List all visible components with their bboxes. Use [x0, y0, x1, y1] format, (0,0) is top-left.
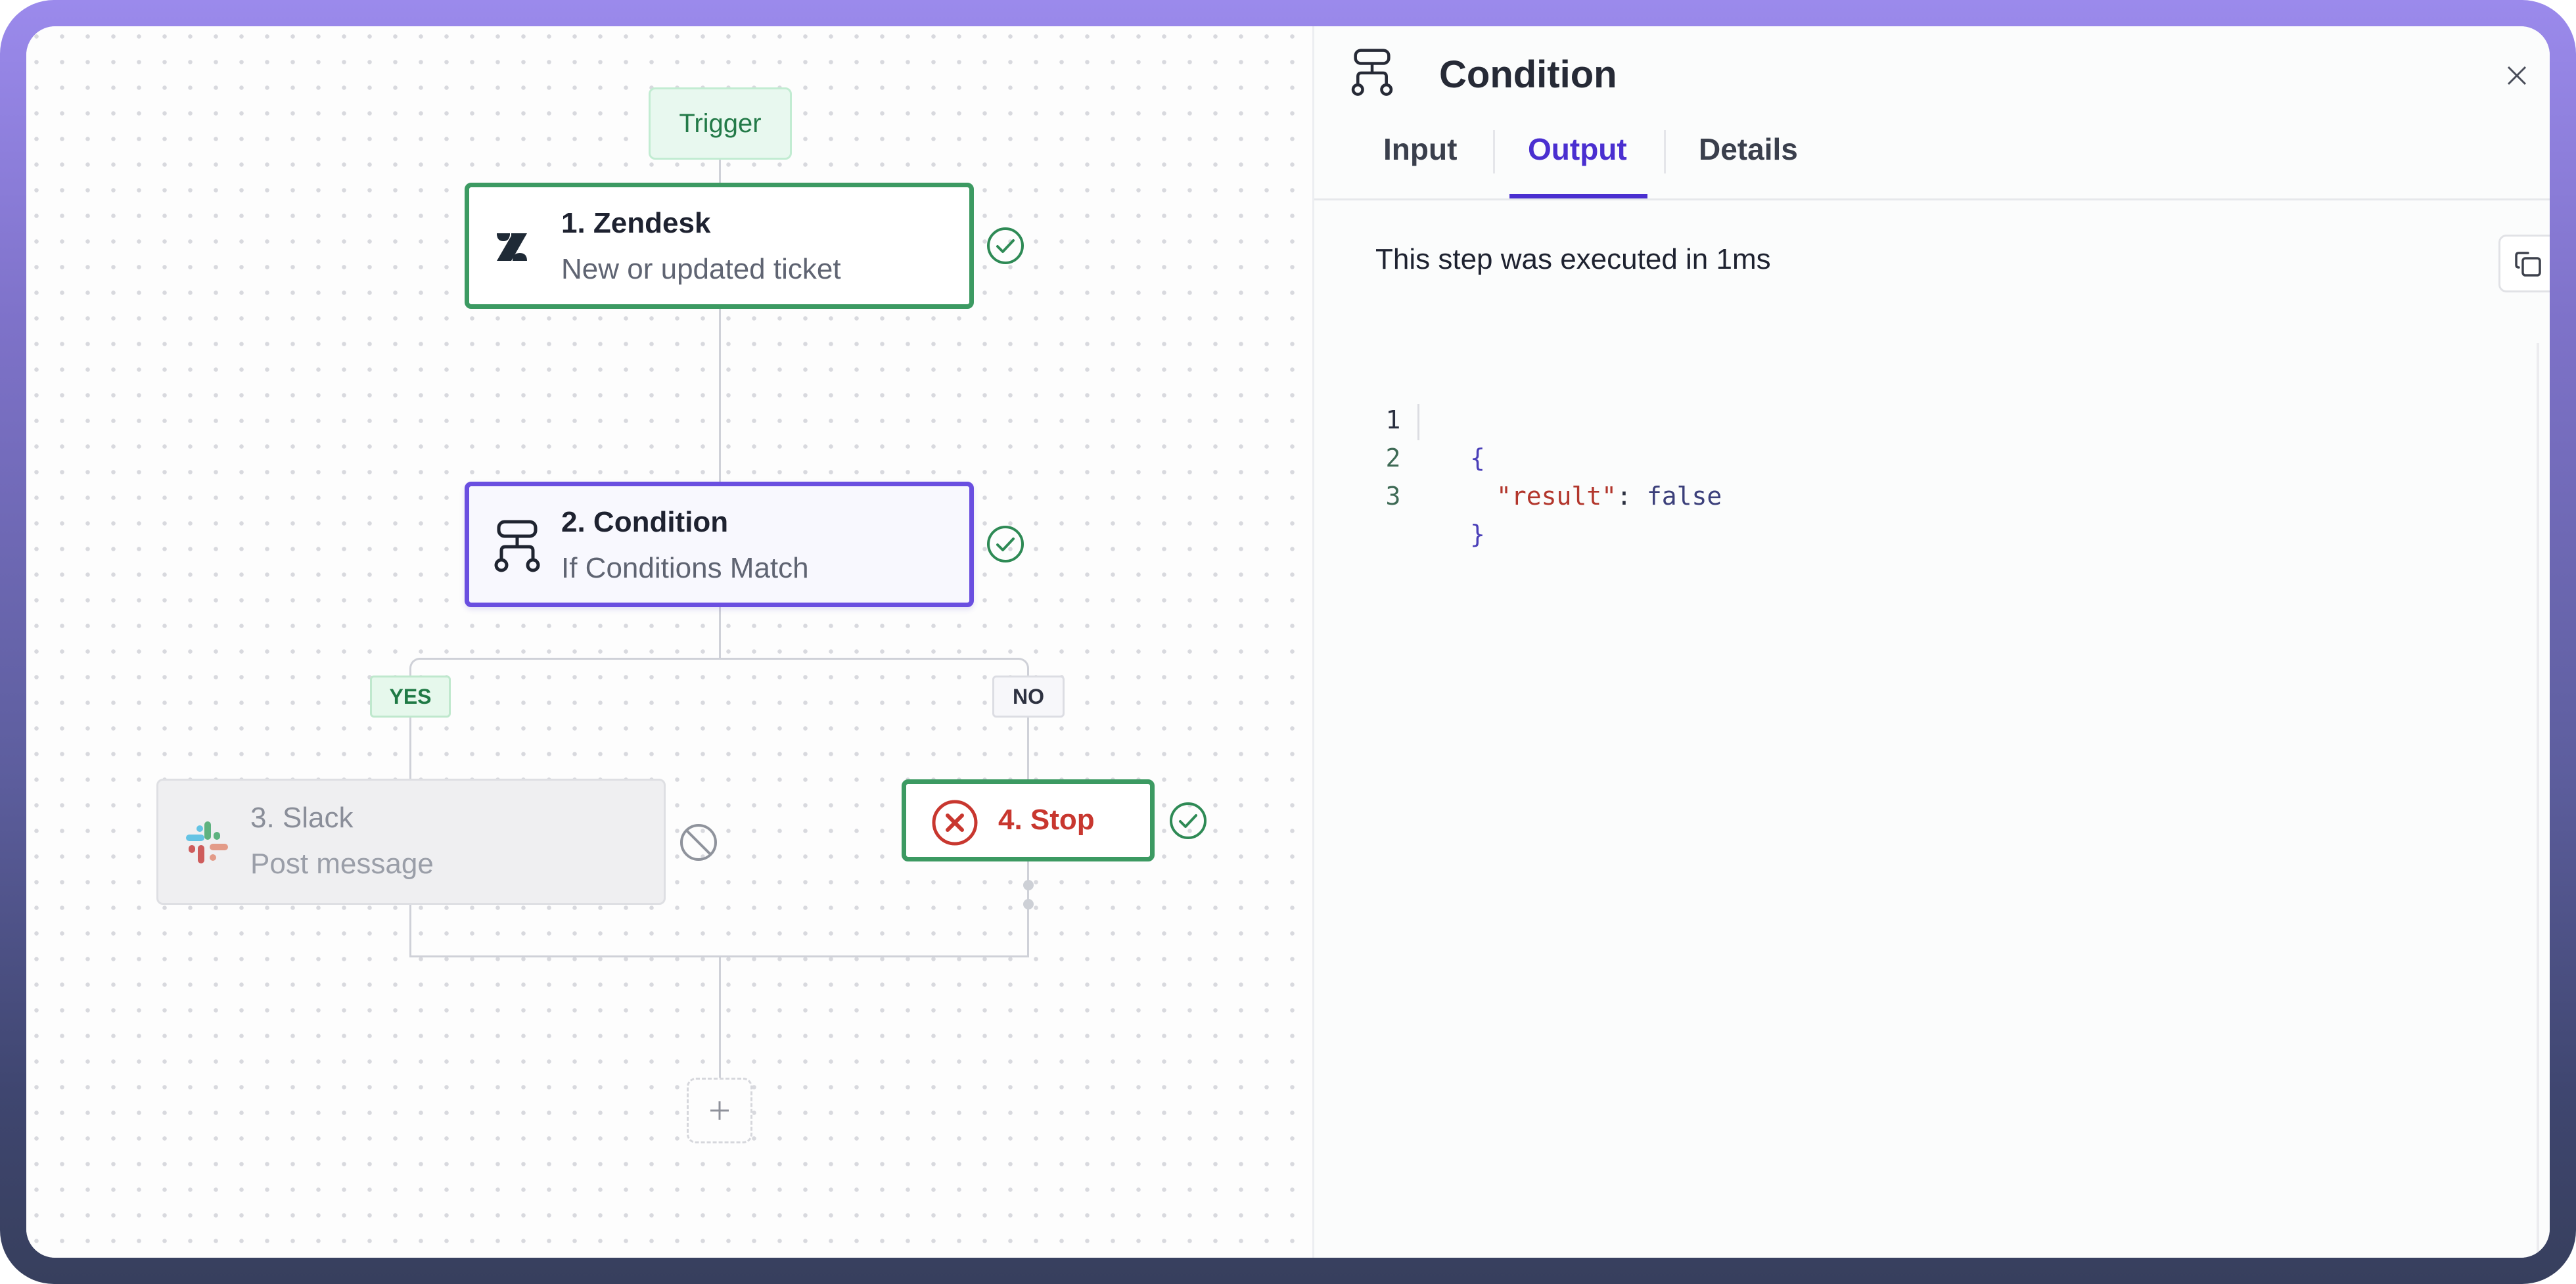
- add-step-button[interactable]: [687, 1078, 752, 1143]
- code-line: 3 }: [1367, 439, 1487, 549]
- step-subtitle: If Conditions Match: [561, 552, 809, 584]
- code-line: 2 "result": false: [1367, 401, 1722, 511]
- zendesk-logo-icon: [497, 233, 527, 261]
- step-subtitle: New or updated ticket: [561, 253, 841, 285]
- connector-dot: [1023, 899, 1034, 909]
- step-subtitle: Post message: [250, 848, 434, 880]
- code-line: 1 {: [1367, 363, 1487, 472]
- no-branch-badge: NO: [992, 676, 1065, 718]
- panel-title: Condition: [1439, 53, 1617, 96]
- step-title: 3. Slack: [250, 802, 354, 834]
- connector-yes-node3: [409, 718, 411, 779]
- step-node-zendesk[interactable]: 1. Zendesk New or updated ticket: [465, 183, 974, 309]
- json-colon: :: [1617, 482, 1632, 511]
- slack-logo-icon: [186, 821, 228, 863]
- connector-dot: [1023, 880, 1034, 890]
- tab-output[interactable]: Output: [1528, 131, 1627, 167]
- trigger-label: Trigger: [679, 108, 762, 138]
- app-window: Trigger 1. Zendesk New or updated ticket: [26, 26, 2550, 1258]
- active-tab-indicator: [1509, 194, 1647, 198]
- connector-node4-merge: [1027, 861, 1029, 957]
- condition-branch-icon: [1351, 49, 1393, 96]
- branch-split-line: [409, 658, 1029, 677]
- close-icon: [2507, 66, 2527, 85]
- indent-guide: [1417, 404, 1419, 440]
- skipped-prohibit-icon: [680, 824, 717, 861]
- connector-node1-node2: [719, 309, 721, 482]
- step-node-slack[interactable]: 3. Slack Post message: [156, 779, 666, 905]
- json-value: false: [1646, 482, 1722, 511]
- panel-header: Condition Input Output Details: [1314, 26, 2550, 200]
- no-label: NO: [1013, 684, 1044, 708]
- line-number: 3: [1385, 482, 1401, 511]
- tab-separator: [1493, 130, 1495, 173]
- copy-button[interactable]: [2498, 235, 2550, 292]
- code-content: "result": false: [1496, 477, 1722, 515]
- yes-label: YES: [389, 684, 432, 708]
- plus-icon: [710, 1101, 729, 1120]
- trigger-badge: Trigger: [649, 87, 792, 160]
- success-check-icon: [987, 526, 1024, 562]
- tab-details[interactable]: Details: [1699, 131, 1798, 167]
- step-title: 2. Condition: [561, 506, 729, 538]
- step-detail-panel: Condition Input Output Details This step…: [1314, 26, 2550, 1258]
- yes-branch-badge: YES: [370, 676, 451, 718]
- execution-time-text: This step was executed in 1ms: [1375, 243, 1771, 275]
- close-brace: }: [1470, 520, 1485, 549]
- stop-x-circle-icon: [932, 800, 978, 846]
- step-title: 4. Stop: [998, 804, 1095, 836]
- connector-node3-merge: [409, 905, 411, 957]
- connector-no-node4: [1027, 718, 1029, 779]
- json-output-viewer[interactable]: 1 { 2 "result": false 3 }: [1367, 363, 1722, 549]
- step-node-condition[interactable]: 2. Condition If Conditions Match: [465, 482, 974, 607]
- tab-input[interactable]: Input: [1383, 131, 1457, 167]
- condition-branch-icon: [494, 520, 540, 572]
- tab-separator: [1664, 130, 1666, 173]
- workflow-canvas[interactable]: Trigger 1. Zendesk New or updated ticket: [26, 26, 1312, 1258]
- code-scrollbar[interactable]: [2537, 343, 2539, 1258]
- success-check-icon: [987, 227, 1024, 264]
- copy-icon: [2515, 252, 2541, 277]
- json-key: "result": [1496, 482, 1617, 511]
- step-title: 1. Zendesk: [561, 207, 711, 239]
- connector-node2-branch: [719, 607, 721, 659]
- success-check-icon: [1170, 802, 1207, 839]
- connector-merge-add: [719, 955, 721, 1078]
- connector-trigger-node1: [719, 160, 721, 183]
- close-button[interactable]: [2500, 59, 2533, 92]
- step-node-stop[interactable]: 4. Stop: [902, 779, 1155, 861]
